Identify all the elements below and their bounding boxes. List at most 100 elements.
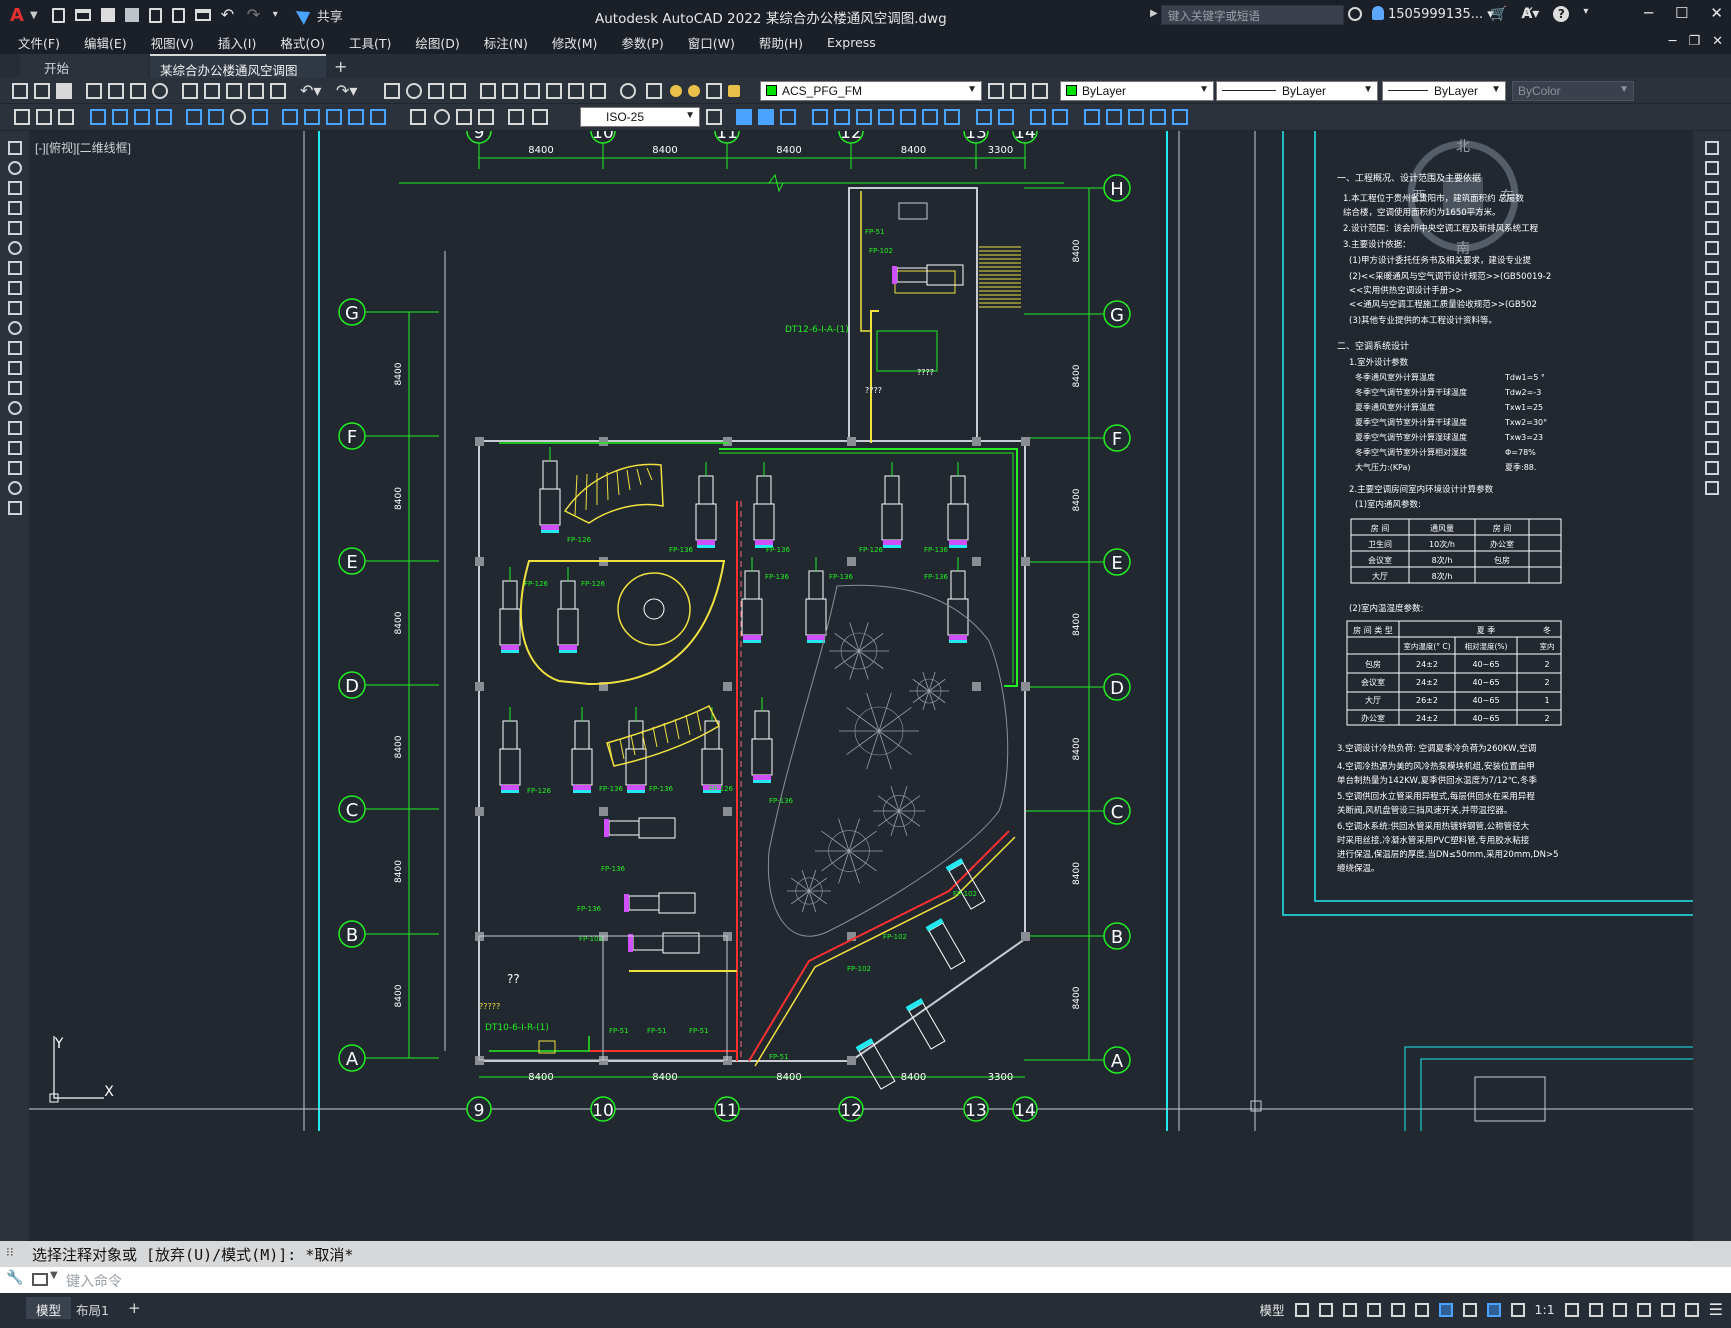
menu-item-12[interactable]: Express: [827, 35, 876, 50]
paste-icon[interactable]: [226, 83, 242, 99]
ellipse-icon[interactable]: [8, 301, 22, 315]
layer-previous-icon[interactable]: [1010, 83, 1026, 99]
pan-icon[interactable]: [384, 83, 400, 99]
tab-drawing[interactable]: 某综合办公楼通风空调图*✕: [150, 54, 326, 94]
mirror-tool-icon[interactable]: [1705, 181, 1719, 195]
app-menu-chevron-icon[interactable]: ▼: [30, 10, 38, 21]
dim-jogged-icon[interactable]: [134, 109, 150, 125]
cut-icon[interactable]: [182, 83, 198, 99]
quick-properties-icon[interactable]: [1636, 1302, 1651, 1317]
tool-palettes-icon[interactable]: [524, 83, 540, 99]
copy-tool-icon[interactable]: [1705, 161, 1719, 175]
layer-select[interactable]: ACS_PFG_FM ▼: [760, 81, 982, 101]
dim-style-icon[interactable]: [508, 109, 524, 125]
maximize-icon[interactable]: ☐: [1675, 4, 1688, 22]
command-close-icon[interactable]: 🔧: [6, 1270, 23, 1286]
linetype-select[interactable]: ByLayer ▼: [1216, 81, 1378, 101]
zoom-previous-icon[interactable]: [450, 83, 466, 99]
new-file-icon[interactable]: [51, 7, 65, 23]
command-input[interactable]: 键入命令: [66, 1271, 122, 1291]
offset-tool-icon[interactable]: [1705, 201, 1719, 215]
cart-icon[interactable]: 🛒: [1490, 6, 1507, 22]
ortho-icon[interactable]: [1342, 1302, 1357, 1317]
annotation-monitor-icon[interactable]: [1588, 1302, 1603, 1317]
dim-aligned-icon[interactable]: [36, 109, 52, 125]
dimstyle-select[interactable]: ISO-25 ▼: [580, 107, 700, 127]
array-icon[interactable]: [1084, 109, 1100, 125]
scale-icon[interactable]: [856, 109, 872, 125]
fullscreen-icon[interactable]: [1684, 1302, 1699, 1317]
make-block-icon[interactable]: [8, 361, 22, 375]
draw-order-back-icon[interactable]: [758, 109, 774, 125]
command-prompt-icon[interactable]: [32, 1273, 48, 1286]
move-icon[interactable]: [812, 109, 828, 125]
qnew-icon[interactable]: [12, 83, 28, 99]
model-space-toggle[interactable]: 模型: [1260, 1300, 1285, 1319]
match-prop-icon[interactable]: [248, 83, 264, 99]
doc-restore-icon[interactable]: ❐: [1688, 34, 1700, 49]
design-center-icon[interactable]: [502, 83, 518, 99]
dim-radius-icon[interactable]: [112, 109, 128, 125]
customize-menu-icon[interactable]: ☰: [1709, 1300, 1723, 1319]
jogged-linear-icon[interactable]: [410, 109, 426, 125]
layer-isolate-icon[interactable]: [1032, 83, 1048, 99]
close-icon[interactable]: ✕: [1710, 4, 1723, 22]
add-layout-icon[interactable]: +: [128, 1299, 141, 1317]
dim-baseline-icon[interactable]: [230, 109, 246, 125]
lineweight-select[interactable]: ByLayer ▼: [1382, 81, 1506, 101]
break-at-point-tool-icon[interactable]: [1705, 361, 1719, 375]
properties-icon[interactable]: [480, 83, 496, 99]
dim-diameter-icon[interactable]: [156, 109, 172, 125]
menu-item-1[interactable]: 编辑(E): [84, 33, 127, 52]
layer-on-icon[interactable]: [670, 85, 682, 97]
open-icon[interactable]: [34, 83, 50, 99]
extend-icon[interactable]: [922, 109, 938, 125]
plot-icon[interactable]: [194, 9, 211, 21]
chamfer-icon[interactable]: [998, 109, 1014, 125]
customize-qa-icon[interactable]: ▾: [273, 7, 289, 23]
fillet-icon[interactable]: [1030, 109, 1046, 125]
dim-linear-icon[interactable]: [14, 109, 30, 125]
help-toolbar-icon[interactable]: [620, 83, 636, 99]
annotation-visibility-icon[interactable]: [1486, 1302, 1501, 1317]
new-tab-icon[interactable]: +: [334, 57, 347, 76]
minimize-icon[interactable]: ─: [1644, 4, 1653, 22]
polygon-icon[interactable]: [8, 181, 22, 195]
offset-icon[interactable]: [1106, 109, 1122, 125]
quick-dim-icon[interactable]: [208, 109, 224, 125]
trim-tool-icon[interactable]: [1705, 321, 1719, 335]
snap-icon[interactable]: [1318, 1302, 1333, 1317]
tolerance-icon[interactable]: [326, 109, 342, 125]
erase-icon[interactable]: [1172, 109, 1188, 125]
command-grip-icon[interactable]: ⁝⁝: [6, 1245, 20, 1263]
dimstyle-manager-icon[interactable]: [706, 109, 722, 125]
break-icon[interactable]: [944, 109, 960, 125]
arc-icon[interactable]: [8, 221, 22, 235]
search-expand-chevron-icon[interactable]: ▶: [1150, 8, 1158, 19]
menu-item-9[interactable]: 参数(P): [621, 33, 663, 52]
explode-tool-icon[interactable]: [1705, 481, 1719, 495]
publish-icon[interactable]: [171, 7, 185, 23]
menu-item-6[interactable]: 绘图(D): [415, 33, 459, 52]
insert-block-icon[interactable]: [8, 341, 22, 355]
layer-manager-icon[interactable]: [646, 83, 662, 99]
stretch-tool-icon[interactable]: [1705, 301, 1719, 315]
stretch-icon[interactable]: [878, 109, 894, 125]
command-line[interactable]: 🔧 ▼ 键入命令: [0, 1267, 1731, 1293]
dim-edit-icon[interactable]: [434, 109, 450, 125]
object-snap-tracking-icon[interactable]: [1414, 1302, 1429, 1317]
blend-tool-icon[interactable]: [1705, 461, 1719, 475]
dim-update-icon[interactable]: [478, 109, 494, 125]
menu-item-0[interactable]: 文件(F): [18, 33, 60, 52]
add-selected-icon[interactable]: [8, 501, 22, 515]
move-tool-icon[interactable]: [1705, 241, 1719, 255]
rotate-tool-icon[interactable]: [1705, 261, 1719, 275]
zoom-window-icon[interactable]: [428, 83, 444, 99]
isodraft-icon[interactable]: [1390, 1302, 1405, 1317]
spline-icon[interactable]: [8, 281, 22, 295]
tab-model[interactable]: 模型: [26, 1297, 72, 1319]
publish-toolbar-icon[interactable]: [130, 83, 146, 99]
rectangle-icon[interactable]: [8, 201, 22, 215]
save-icon[interactable]: [100, 8, 115, 22]
trim-icon[interactable]: [900, 109, 916, 125]
